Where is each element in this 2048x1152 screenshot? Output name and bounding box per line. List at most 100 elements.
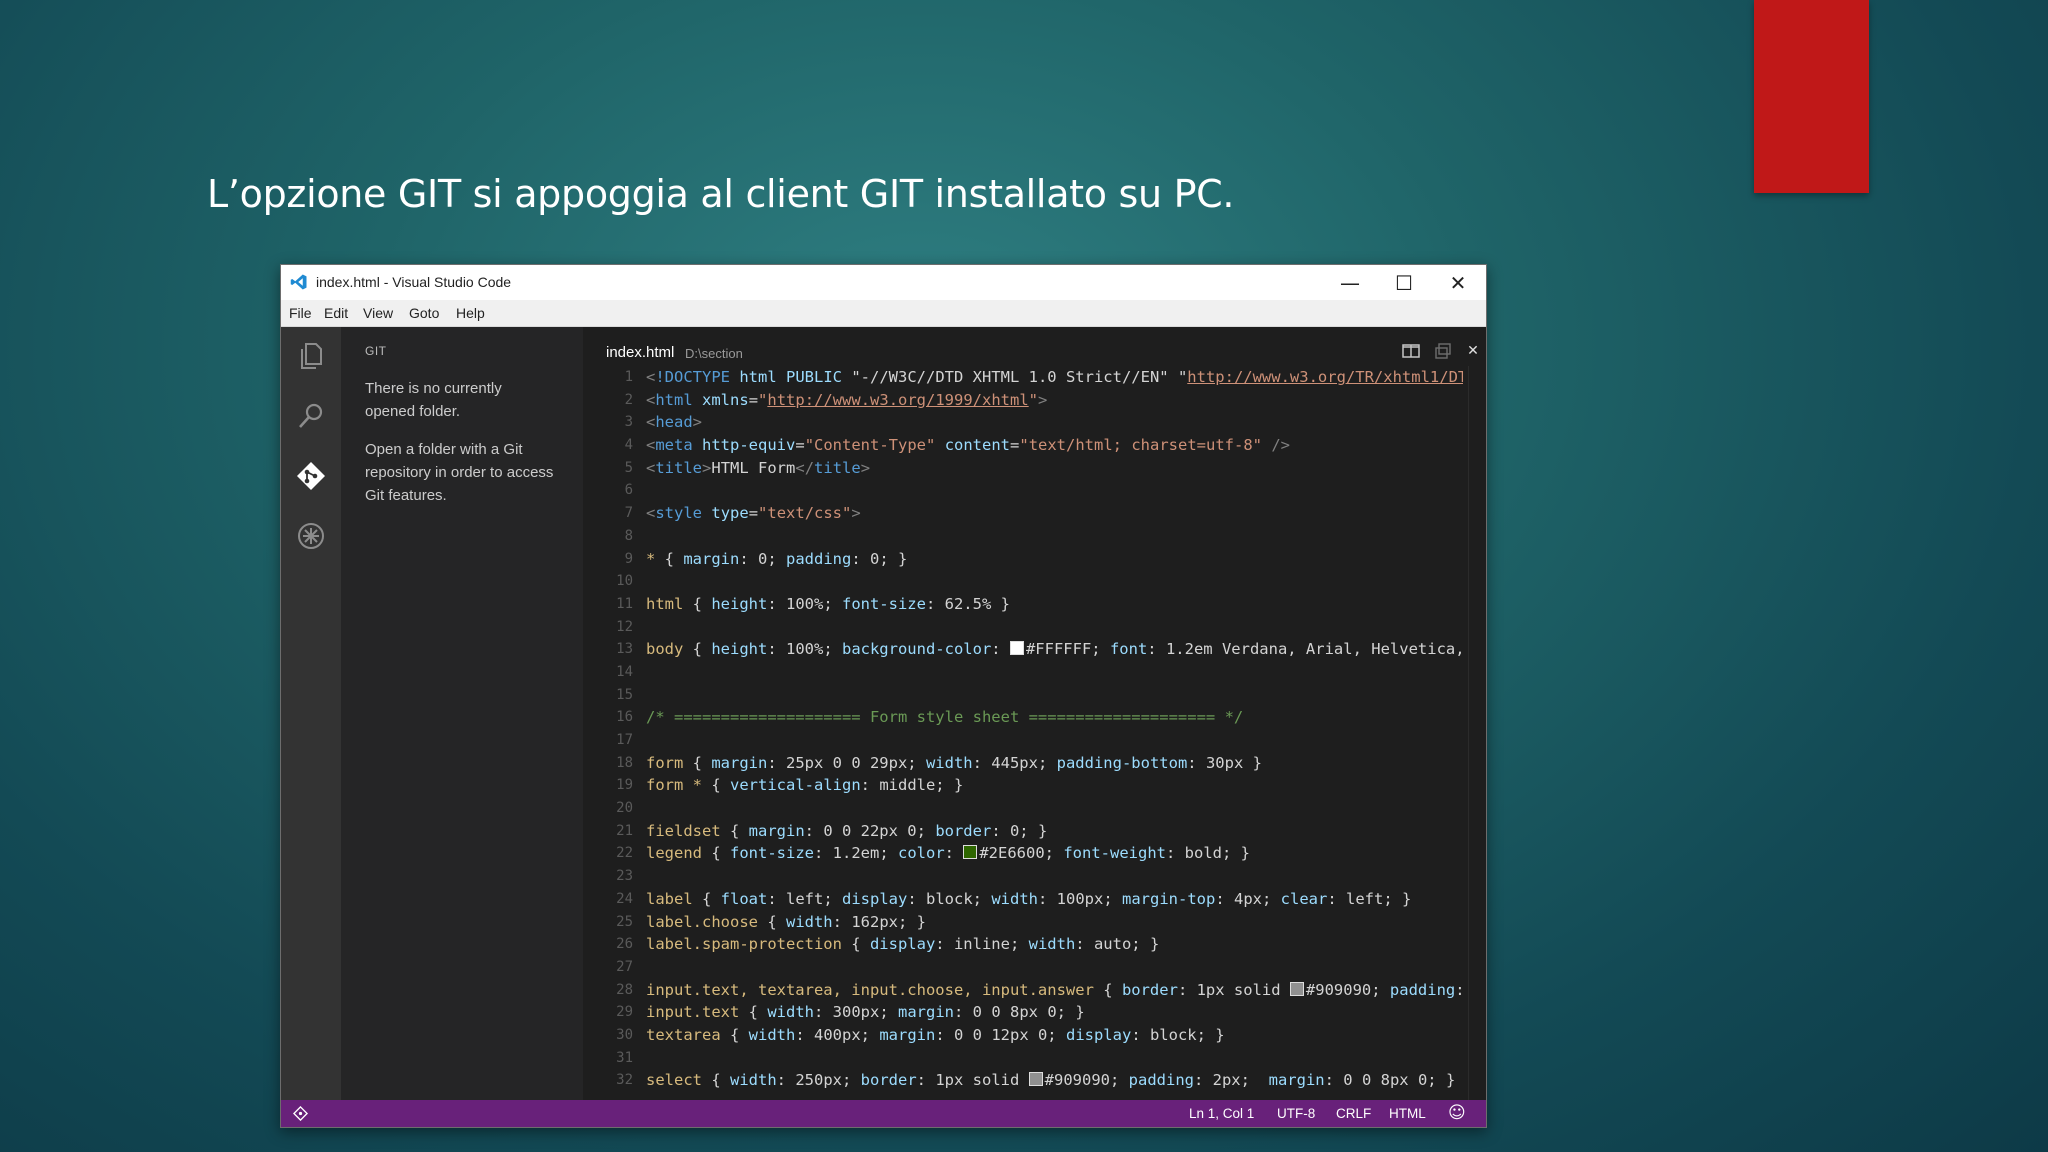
code-token: : 400px; (795, 1025, 880, 1044)
code-token: < (646, 390, 656, 409)
code-token: height (711, 594, 768, 613)
code-line[interactable]: 1 <!DOCTYPE html PUBLIC "-//W3C//DTD XHTM… (583, 366, 1463, 389)
open-changes-icon[interactable] (1431, 339, 1455, 363)
line-number: 28 (616, 981, 633, 998)
code-token: "-//W3C//DTD XHTML 1.0 Strict//EN" " (851, 368, 1188, 386)
menu-goto[interactable]: Goto (409, 305, 439, 321)
code-token: type (711, 504, 749, 523)
code-line[interactable]: 10 (583, 570, 1463, 593)
code-token: : (991, 640, 1010, 659)
close-editor-icon[interactable]: ✕ (1461, 339, 1485, 363)
cursor-position[interactable]: Ln 1, Col 1 (1189, 1106, 1254, 1121)
code-token: form (646, 753, 684, 772)
code-token: textarea (646, 1025, 721, 1044)
menu-help[interactable]: Help (456, 305, 485, 321)
code-line[interactable]: 19 form * { vertical-align: middle; } (583, 774, 1463, 797)
code-line[interactable]: 32 select { width: 250px; border: 1px sol… (583, 1069, 1463, 1092)
code-token: { (702, 776, 730, 795)
editor-tab-filename[interactable]: index.html (606, 344, 674, 361)
code-token: http://www.w3.org/1999/xhtml (767, 390, 1029, 409)
code-token: "text/html; charset=utf-8" (1019, 436, 1262, 455)
code-line[interactable]: 29 input.text { width: 300px; margin: 0 0… (583, 1001, 1463, 1024)
line-number: 23 (616, 868, 633, 885)
code-line[interactable]: 16 /* ==================== Form style she… (583, 706, 1463, 729)
line-content: legend { font-size: 1.2em; color: #2E660… (646, 842, 1250, 865)
feedback-smiley-icon[interactable]: ☺ (1448, 1103, 1466, 1123)
code-token: HTML Form (711, 458, 796, 477)
code-token: width (767, 1003, 814, 1022)
line-number: 11 (616, 595, 633, 612)
code-token: { (683, 753, 712, 772)
code-line[interactable]: 11 html { height: 100%; font-size: 62.5% … (583, 593, 1463, 616)
code-line[interactable]: 2 <html xmlns="http://www.w3.org/1999/xht… (583, 389, 1463, 412)
code-line[interactable]: 8 (583, 525, 1463, 548)
code-token: legend (646, 844, 702, 863)
code-line[interactable]: 4 <meta http-equiv="Content-Type" content… (583, 434, 1463, 457)
code-token: height (711, 640, 768, 659)
code-token: width (991, 889, 1038, 908)
split-editor-icon[interactable] (1399, 339, 1423, 363)
line-number: 5 (624, 459, 633, 476)
git-status-icon[interactable] (293, 1106, 308, 1121)
line-content: label.choose { width: 162px; } (646, 911, 926, 934)
menu-file[interactable]: File (289, 305, 312, 321)
code-line[interactable]: 24 label { float: left; display: block; w… (583, 888, 1463, 911)
code-token: > (702, 458, 712, 477)
code-line[interactable]: 31 (583, 1047, 1463, 1070)
code-token: /> (1271, 436, 1291, 455)
code-token: label.spam-protection (646, 935, 842, 954)
code-line[interactable]: 7 <style type="text/css"> (583, 502, 1463, 525)
code-line[interactable]: 5 <title>HTML Form</title> (583, 457, 1463, 480)
code-line[interactable]: 27 (583, 956, 1463, 979)
code-token: #2E6600; (979, 844, 1064, 863)
code-line[interactable]: 20 (583, 797, 1463, 820)
line-number: 1 (624, 369, 633, 385)
code-line[interactable]: 9 * { margin: 0; padding: 0; } (583, 548, 1463, 571)
code-line[interactable]: 21 fieldset { margin: 0 0 22px 0; border:… (583, 820, 1463, 843)
no-folder-message: There is no currently opened folder. (365, 380, 502, 420)
code-line[interactable]: 13 body { height: 100%; background-color:… (583, 638, 1463, 661)
line-ending[interactable]: CRLF (1336, 1106, 1371, 1121)
code-token: : auto; } (1075, 935, 1160, 954)
search-icon[interactable] (295, 400, 327, 432)
code-token: < (646, 368, 656, 386)
code-line[interactable]: 12 (583, 616, 1463, 639)
code-token: input.text (646, 1003, 740, 1022)
maximize-button[interactable]: ☐ (1377, 265, 1431, 300)
explorer-icon[interactable] (295, 340, 327, 372)
editor-scrollbar[interactable] (1468, 366, 1483, 1100)
code-line[interactable]: 28 input.text, textarea, input.choose, in… (583, 979, 1463, 1002)
menu-view[interactable]: View (363, 305, 393, 321)
code-token: > (860, 458, 871, 477)
menu-edit[interactable]: Edit (324, 305, 348, 321)
code-line[interactable]: 22 legend { font-size: 1.2em; color: #2E6… (583, 842, 1463, 865)
code-token: < (646, 436, 656, 455)
code-line[interactable]: 26 label.spam-protection { display: inlin… (583, 933, 1463, 956)
language-mode[interactable]: HTML (1389, 1106, 1426, 1121)
code-line[interactable]: 3 <head> (583, 411, 1463, 434)
code-token: = (795, 436, 805, 455)
code-line[interactable]: 23 (583, 865, 1463, 888)
line-number: 13 (616, 641, 633, 658)
code-line[interactable]: 17 (583, 729, 1463, 752)
debug-icon[interactable] (295, 520, 327, 552)
code-line[interactable]: 25 label.choose { width: 162px; } (583, 911, 1463, 934)
file-encoding[interactable]: UTF-8 (1277, 1106, 1315, 1121)
minimize-button[interactable]: — (1323, 265, 1377, 300)
code-token: width (1028, 935, 1076, 954)
code-area[interactable]: 1 <!DOCTYPE html PUBLIC "-//W3C//DTD XHTM… (583, 366, 1463, 1100)
code-token: display (842, 889, 908, 908)
line-content: label.spam-protection { display: inline;… (646, 933, 1159, 956)
code-line[interactable]: 14 (583, 661, 1463, 684)
code-token: title (655, 458, 703, 477)
code-line[interactable]: 30 textarea { width: 400px; margin: 0 0 1… (583, 1024, 1463, 1047)
line-number: 2 (624, 391, 633, 408)
code-token: label (646, 889, 693, 908)
git-icon[interactable] (295, 460, 327, 492)
code-line[interactable]: 15 (583, 684, 1463, 707)
code-line[interactable]: 18 form { margin: 25px 0 0 29px; width: 4… (583, 752, 1463, 775)
code-token: : left; } (1327, 889, 1412, 908)
close-window-button[interactable]: ✕ (1431, 265, 1485, 300)
code-token: font-size (841, 594, 926, 613)
code-line[interactable]: 6 (583, 479, 1463, 502)
